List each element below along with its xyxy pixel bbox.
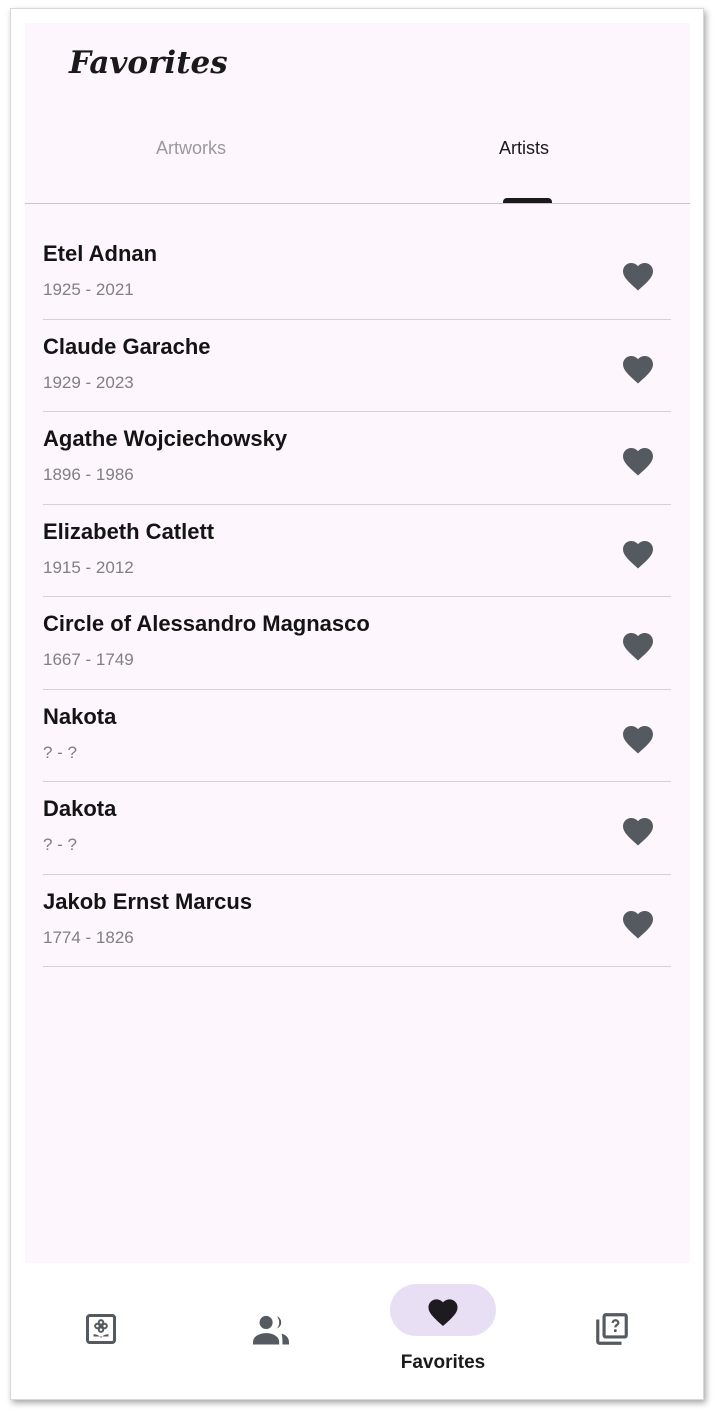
favorite-heart-icon[interactable]	[620, 906, 656, 940]
list-item[interactable]: Dakota ? - ?	[43, 782, 671, 875]
tab-bar: Artworks Artists	[25, 123, 690, 204]
list-item[interactable]: Agathe Wojciechowsky 1896 - 1986	[43, 412, 671, 505]
artist-dates: 1929 - 2023	[43, 372, 134, 392]
artist-name: Jakob Ernst Marcus	[43, 888, 253, 914]
favorites-screen: Favorites Artworks Artists Etel Adnan 19…	[25, 23, 690, 1263]
artist-dates: 1915 - 2012	[43, 557, 134, 577]
artist-dates: ? - ?	[43, 835, 78, 854]
nav-quiz[interactable]	[571, 1263, 651, 1399]
favorite-heart-icon[interactable]	[620, 443, 656, 477]
bottom-navigation: Favorites	[11, 1263, 703, 1399]
favorite-heart-icon[interactable]	[620, 721, 656, 755]
nav-artists[interactable]	[231, 1263, 311, 1399]
artist-name: Etel Adnan	[43, 241, 158, 266]
list-item[interactable]: Circle of Alessandro Magnasco 1667 - 174…	[43, 597, 671, 690]
favorite-heart-icon[interactable]	[620, 351, 656, 385]
artist-name: Nakota	[43, 703, 117, 729]
artist-dates: 1774 - 1826	[43, 927, 134, 947]
people-icon	[253, 1315, 289, 1345]
artist-name: Claude Garache	[43, 333, 211, 359]
artist-name: Agathe Wojciechowsky	[43, 426, 288, 451]
quiz-icon	[596, 1313, 628, 1345]
artist-dates: 1667 - 1749	[43, 650, 134, 669]
tab-indicator	[503, 198, 552, 203]
artwork-frame-icon	[86, 1314, 116, 1344]
list-item[interactable]: Jakob Ernst Marcus 1774 - 1826	[43, 875, 671, 967]
artist-dates: ? - ?	[43, 742, 78, 762]
artist-list: Etel Adnan 1925 - 2021 Claude Garache 19…	[43, 227, 671, 967]
favorite-heart-icon[interactable]	[620, 628, 656, 662]
list-item[interactable]: Claude Garache 1929 - 2023	[43, 320, 671, 412]
artist-dates: 1896 - 1986	[43, 465, 134, 484]
heart-icon	[428, 1299, 458, 1327]
nav-favorites[interactable]: Favorites	[371, 1263, 515, 1399]
device-frame: Favorites Artworks Artists Etel Adnan 19…	[10, 8, 704, 1400]
artist-name: Elizabeth Catlett	[43, 518, 215, 544]
nav-favorites-label: Favorites	[400, 1352, 486, 1373]
tab-artworks[interactable]: Artworks	[25, 123, 357, 201]
artist-dates: 1925 - 2021	[43, 280, 134, 299]
list-item[interactable]: Etel Adnan 1925 - 2021	[43, 227, 671, 320]
list-item[interactable]: Nakota ? - ?	[43, 690, 671, 782]
nav-artworks[interactable]	[61, 1263, 141, 1399]
favorite-heart-icon[interactable]	[620, 258, 656, 292]
artist-name: Circle of Alessandro Magnasco	[43, 611, 370, 636]
artist-name: Dakota	[43, 796, 117, 821]
page-title: Favorites	[69, 45, 228, 81]
favorite-heart-icon[interactable]	[620, 813, 656, 847]
tab-artists[interactable]: Artists	[358, 123, 690, 201]
list-item[interactable]: Elizabeth Catlett 1915 - 2012	[43, 505, 671, 597]
favorite-heart-icon[interactable]	[620, 536, 656, 570]
